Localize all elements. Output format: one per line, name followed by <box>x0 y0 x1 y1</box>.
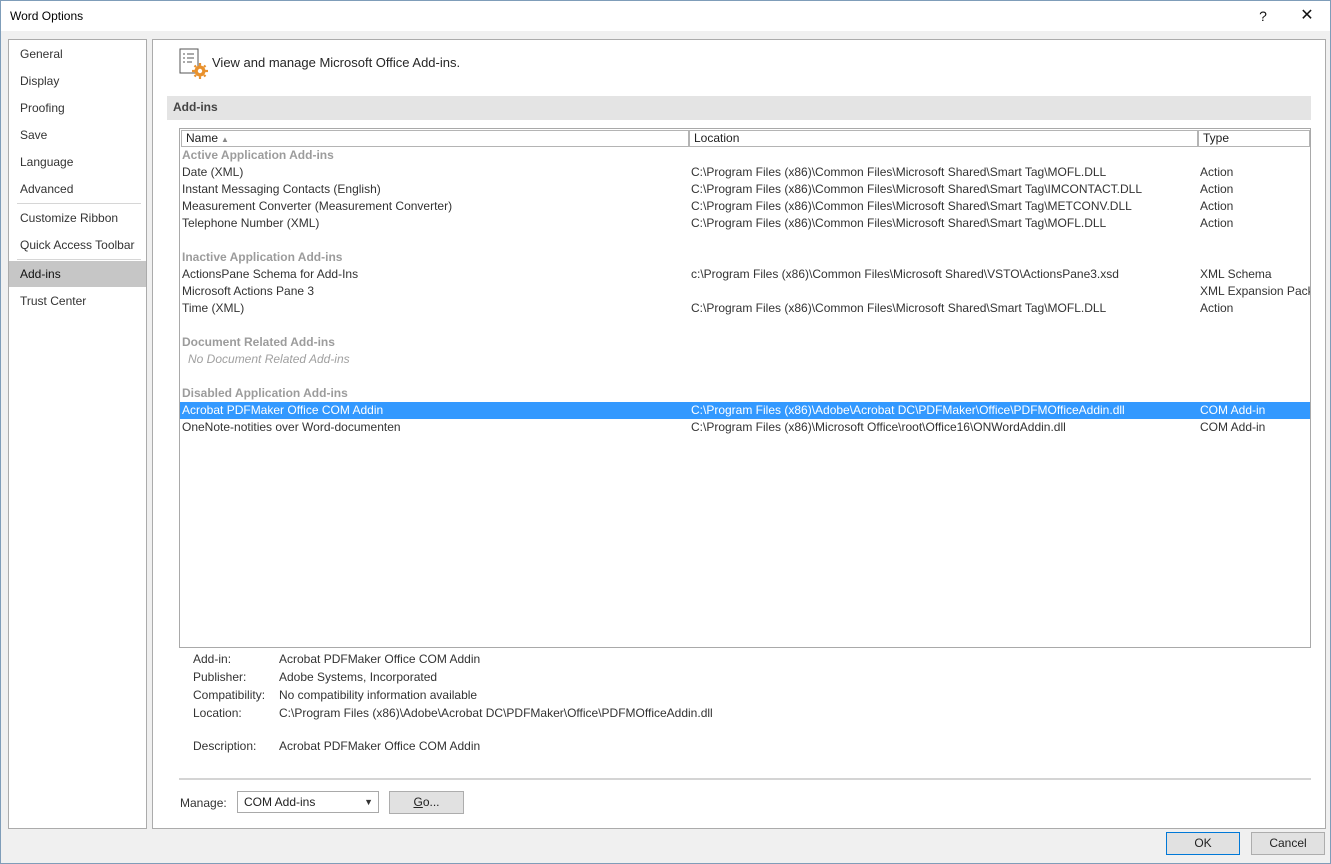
detail-description-label: Description: <box>193 739 257 753</box>
nav-item-quick-access-toolbar[interactable]: Quick Access Toolbar <box>9 232 146 258</box>
detail-publisher-label: Publisher: <box>193 670 247 684</box>
chevron-down-icon: ▼ <box>364 797 373 807</box>
help-button[interactable]: ? <box>1241 1 1285 31</box>
cell-location: C:\Program Files (x86)\Common Files\Micr… <box>691 301 1107 315</box>
section-header: Add-ins <box>167 96 1311 120</box>
addins-gear-icon <box>179 48 208 79</box>
cell-location: C:\Program Files (x86)\Adobe\Acrobat DC\… <box>691 403 1125 417</box>
detail-location-label: Location: <box>193 706 242 720</box>
cell-location: C:\Program Files (x86)\Common Files\Micr… <box>691 165 1107 179</box>
manage-dropdown[interactable]: COM Add-ins ▼ <box>237 791 379 813</box>
table-row[interactable]: Time (XML) C:\Program Files (x86)\Common … <box>180 300 1310 317</box>
cell-location: C:\Program Files (x86)\Common Files\Micr… <box>691 182 1143 196</box>
cell-type: Action <box>1200 165 1234 179</box>
cell-name: No Document Related Add-ins <box>188 352 350 366</box>
cell-location: C:\Program Files (x86)\Common Files\Micr… <box>691 199 1132 213</box>
nav-item-proofing[interactable]: Proofing <box>9 95 146 121</box>
cell-name: Date (XML) <box>182 165 244 179</box>
table-row[interactable]: Microsoft Actions Pane 3 XML Expansion Pa… <box>180 283 1310 300</box>
cell-name: Document Related Add-ins <box>182 335 335 349</box>
cell-name: ActionsPane Schema for Add-Ins <box>182 267 359 281</box>
cell-name: Disabled Application Add-ins <box>182 386 348 400</box>
bottom-divider <box>179 778 1311 780</box>
table-row[interactable]: Instant Messaging Contacts (English) C:\P… <box>180 181 1310 198</box>
panel-heading: View and manage Microsoft Office Add-ins… <box>212 55 461 70</box>
title-bar: Word Options ? ✕ <box>1 1 1330 31</box>
cell-name: Active Application Add-ins <box>182 148 334 162</box>
ok-button[interactable]: OK <box>1166 832 1240 855</box>
go-button[interactable]: Go... <box>389 791 464 814</box>
cell-name: Inactive Application Add-ins <box>182 250 343 264</box>
cell-name: OneNote-notities over Word-documenten <box>182 420 401 434</box>
detail-compatibility-value: No compatibility information available <box>279 688 478 702</box>
nav-item-advanced[interactable]: Advanced <box>9 176 146 202</box>
nav-divider <box>17 259 141 260</box>
detail-location-value: C:\Program Files (x86)\Adobe\Acrobat DC\… <box>279 706 713 720</box>
table-row[interactable]: Measurement Converter (Measurement Conve… <box>180 198 1310 215</box>
close-button[interactable]: ✕ <box>1285 1 1329 31</box>
list-empty-message: No Document Related Add-ins <box>180 351 1310 368</box>
word-options-window: Word Options ? ✕ General Display Proofin… <box>0 0 1331 864</box>
nav-item-add-ins[interactable]: Add-ins <box>9 261 146 287</box>
section-title: Add-ins <box>173 100 218 114</box>
manage-dropdown-value: COM Add-ins <box>244 795 316 809</box>
cell-type: COM Add-in <box>1200 403 1266 417</box>
table-row[interactable]: Acrobat PDFMaker Office COM Addin C:\Prog… <box>180 402 1310 419</box>
cell-name: Time (XML) <box>182 301 245 315</box>
cell-type: Action <box>1200 216 1234 230</box>
cancel-button[interactable]: Cancel <box>1251 832 1325 855</box>
nav-divider <box>17 203 141 204</box>
go-button-label: o... <box>422 795 440 809</box>
sort-ascending-icon: ▲ <box>221 135 229 144</box>
cell-name: Microsoft Actions Pane 3 <box>182 284 315 298</box>
cell-type: XML Schema <box>1200 267 1272 281</box>
add-ins-panel: View and manage Microsoft Office Add-ins… <box>152 39 1326 829</box>
list-group-header: Active Application Add-ins <box>180 147 1310 164</box>
cell-type: COM Add-in <box>1200 420 1266 434</box>
table-row[interactable]: Date (XML) C:\Program Files (x86)\Common … <box>180 164 1310 181</box>
cell-location: c:\Program Files (x86)\Common Files\Micr… <box>691 267 1119 281</box>
window-title: Word Options <box>10 9 84 23</box>
list-group-header: Disabled Application Add-ins <box>180 385 1310 402</box>
cell-name: Instant Messaging Contacts (English) <box>182 182 381 196</box>
detail-addin-label: Add-in: <box>193 652 232 666</box>
table-row[interactable]: ActionsPane Schema for Add-Ins c:\Program… <box>180 266 1310 283</box>
table-row[interactable]: OneNote-notities over Word-documenten C:\… <box>180 419 1310 436</box>
cell-location: C:\Program Files (x86)\Common Files\Micr… <box>691 216 1107 230</box>
column-header-name[interactable]: Name ▲ <box>181 130 689 147</box>
manage-label: Manage: <box>180 796 227 810</box>
cell-name: Acrobat PDFMaker Office COM Addin <box>182 403 384 417</box>
detail-addin-value: Acrobat PDFMaker Office COM Addin <box>279 652 481 666</box>
detail-description-value: Acrobat PDFMaker Office COM Addin <box>279 739 481 753</box>
nav-item-display[interactable]: Display <box>9 68 146 94</box>
cell-location: C:\Program Files (x86)\Microsoft Office\… <box>691 420 1066 434</box>
cell-type: Action <box>1200 301 1234 315</box>
detail-publisher-value: Adobe Systems, Incorporated <box>279 670 438 684</box>
table-row[interactable]: Telephone Number (XML) C:\Program Files (… <box>180 215 1310 232</box>
column-header-type[interactable]: Type <box>1198 130 1310 147</box>
options-nav: General Display Proofing Save Language A… <box>8 39 147 829</box>
cell-type: XML Expansion Pack <box>1200 284 1311 298</box>
nav-item-customize-ribbon[interactable]: Customize Ribbon <box>9 205 146 231</box>
cell-type: Action <box>1200 182 1234 196</box>
nav-item-general[interactable]: General <box>9 41 146 67</box>
cell-name: Telephone Number (XML) <box>182 216 320 230</box>
detail-compatibility-label: Compatibility: <box>193 688 266 702</box>
cell-name: Measurement Converter (Measurement Conve… <box>182 199 453 213</box>
nav-item-trust-center[interactable]: Trust Center <box>9 288 146 314</box>
add-ins-list[interactable]: Name ▲ Location Type Active Application A… <box>179 128 1311 648</box>
list-group-header: Inactive Application Add-ins <box>180 249 1310 266</box>
list-group-header: Document Related Add-ins <box>180 334 1310 351</box>
column-header-location[interactable]: Location <box>689 130 1198 147</box>
cell-type: Action <box>1200 199 1234 213</box>
nav-item-save[interactable]: Save <box>9 122 146 148</box>
column-header-name-label: Name <box>186 131 219 145</box>
nav-item-language[interactable]: Language <box>9 149 146 175</box>
go-button-accesskey: G <box>413 795 423 809</box>
